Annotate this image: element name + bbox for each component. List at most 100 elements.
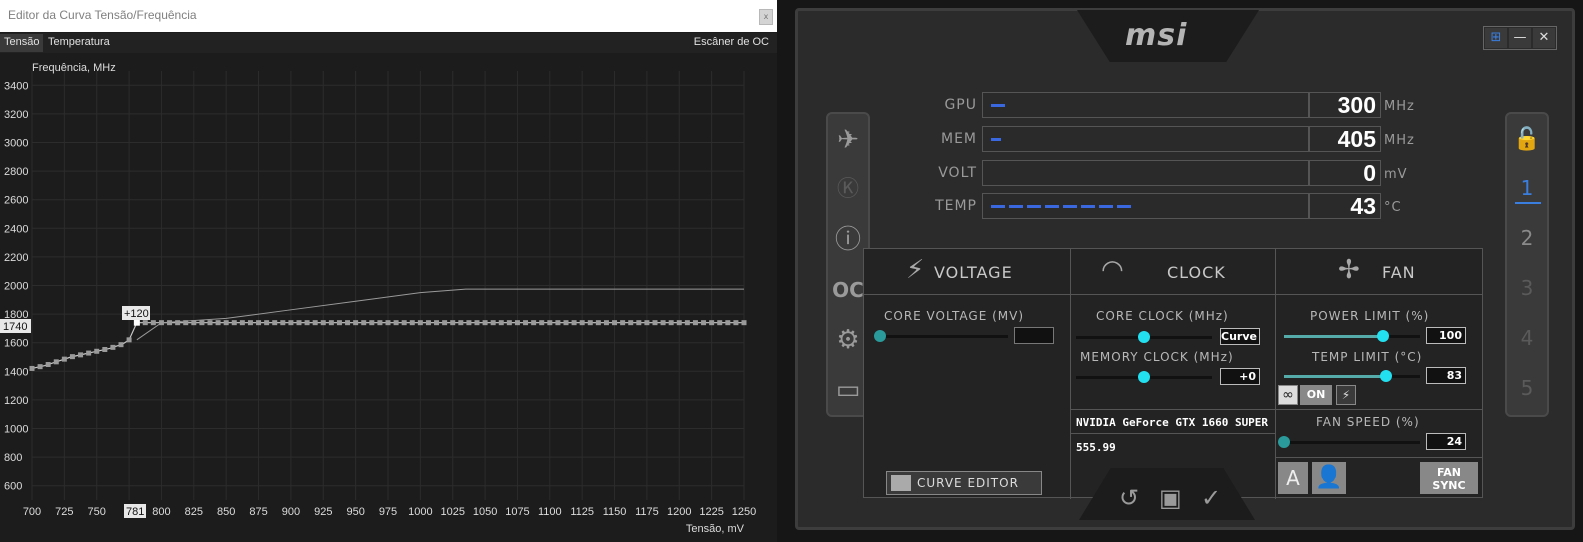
curve-point[interactable] bbox=[328, 320, 334, 326]
curve-point[interactable] bbox=[612, 320, 618, 326]
curve-point[interactable] bbox=[458, 320, 464, 326]
curve-point[interactable] bbox=[709, 320, 715, 326]
curve-point[interactable] bbox=[547, 320, 553, 326]
curve-point[interactable] bbox=[247, 320, 253, 326]
core-voltage-value[interactable] bbox=[1014, 327, 1054, 344]
curve-point[interactable] bbox=[385, 320, 391, 326]
curve-point[interactable] bbox=[223, 320, 229, 326]
save-icon[interactable]: ▣ bbox=[1159, 484, 1182, 512]
curve-point[interactable] bbox=[207, 320, 213, 326]
profile-5[interactable]: 5 bbox=[1507, 376, 1547, 400]
curve-point[interactable] bbox=[272, 320, 278, 326]
curve-point[interactable] bbox=[571, 320, 577, 326]
curve-point[interactable] bbox=[167, 320, 173, 326]
temp-limit-value[interactable]: 83 bbox=[1426, 367, 1466, 384]
curve-point[interactable] bbox=[523, 320, 529, 326]
link-icon[interactable]: ∞ bbox=[1278, 385, 1298, 405]
fan-speed-knob[interactable] bbox=[1278, 436, 1290, 448]
curve-point[interactable] bbox=[668, 320, 674, 326]
memory-clock-knob[interactable] bbox=[1138, 371, 1150, 383]
curve-point[interactable] bbox=[450, 320, 456, 326]
curve-point[interactable] bbox=[741, 320, 747, 326]
curve-point[interactable] bbox=[53, 359, 59, 365]
curve-point[interactable] bbox=[86, 350, 92, 356]
fan-sync-button[interactable]: FAN SYNC bbox=[1420, 462, 1478, 494]
curve-point[interactable] bbox=[280, 320, 286, 326]
curve-point[interactable] bbox=[644, 320, 650, 326]
profile-1[interactable]: 1 bbox=[1507, 176, 1547, 200]
curve-point[interactable] bbox=[256, 320, 262, 326]
power-limit-slider[interactable] bbox=[1284, 335, 1420, 338]
fan-speed-slider[interactable] bbox=[1284, 441, 1420, 444]
curve-point[interactable] bbox=[61, 356, 67, 362]
curve-point[interactable] bbox=[563, 320, 569, 326]
settings-icon[interactable]: ⚙ bbox=[828, 320, 868, 360]
curve-point[interactable] bbox=[393, 320, 399, 326]
curve-point[interactable] bbox=[603, 320, 609, 326]
tab-temperature[interactable]: Temperatura bbox=[44, 34, 114, 52]
power-limit-knob[interactable] bbox=[1377, 330, 1390, 342]
reset-icon[interactable]: ↺ bbox=[1119, 484, 1139, 512]
close-button[interactable]: x bbox=[759, 9, 773, 25]
curve-point[interactable] bbox=[579, 320, 585, 326]
curve-point[interactable] bbox=[150, 320, 156, 326]
curve-point[interactable] bbox=[37, 364, 43, 370]
core-voltage-slider[interactable] bbox=[880, 335, 1008, 338]
curve-point[interactable] bbox=[304, 320, 310, 326]
curve-point[interactable] bbox=[94, 348, 100, 354]
curve-point[interactable] bbox=[288, 320, 294, 326]
curve-point[interactable] bbox=[660, 320, 666, 326]
core-voltage-knob[interactable] bbox=[874, 330, 886, 342]
curve-point[interactable] bbox=[110, 344, 116, 350]
curve-point[interactable] bbox=[102, 346, 108, 352]
curve-point[interactable] bbox=[425, 320, 431, 326]
curve-point[interactable] bbox=[231, 320, 237, 326]
curve-editor-titlebar[interactable]: Editor da Curva Tensão/Frequência x bbox=[0, 0, 777, 32]
curve-point[interactable] bbox=[78, 352, 84, 358]
curve-point[interactable] bbox=[595, 320, 601, 326]
curve-point[interactable] bbox=[29, 365, 35, 371]
info-icon[interactable]: ⓘ bbox=[828, 220, 868, 260]
profile-3[interactable]: 3 bbox=[1507, 276, 1547, 300]
curve-point[interactable] bbox=[652, 320, 658, 326]
minimize-button[interactable]: — bbox=[1509, 28, 1531, 48]
curve-point[interactable] bbox=[539, 320, 545, 326]
curve-point[interactable] bbox=[692, 320, 698, 326]
curve-point[interactable] bbox=[676, 320, 682, 326]
vf-curve-chart[interactable]: Frequência, MHz Tensão, mV 600 800 1000 120… bbox=[0, 53, 777, 542]
curve-point[interactable] bbox=[531, 320, 537, 326]
curve-point[interactable] bbox=[336, 320, 342, 326]
curve-point[interactable] bbox=[118, 342, 124, 348]
curve-point[interactable] bbox=[498, 320, 504, 326]
curve-point[interactable] bbox=[514, 320, 520, 326]
curve-point[interactable] bbox=[587, 320, 593, 326]
core-clock-value[interactable]: Curve bbox=[1220, 328, 1260, 345]
curve-point[interactable] bbox=[474, 320, 480, 326]
apply-check-icon[interactable]: ✓ bbox=[1201, 484, 1221, 512]
curve-point[interactable] bbox=[725, 320, 731, 326]
curve-point[interactable] bbox=[466, 320, 472, 326]
power-limit-value[interactable]: 100 bbox=[1426, 327, 1466, 344]
temp-limit-knob[interactable] bbox=[1380, 370, 1392, 382]
curve-point[interactable] bbox=[490, 320, 496, 326]
curve-point[interactable] bbox=[215, 320, 221, 326]
profile-4[interactable]: 4 bbox=[1507, 326, 1547, 350]
curve-point[interactable] bbox=[320, 320, 326, 326]
monitor-icon[interactable]: ▭ bbox=[828, 370, 868, 410]
oc-scanner-button[interactable]: Escâner de OC bbox=[690, 34, 773, 52]
curve-point[interactable] bbox=[733, 320, 739, 326]
curve-point[interactable] bbox=[506, 320, 512, 326]
curve-point[interactable] bbox=[183, 320, 189, 326]
curve-point[interactable] bbox=[126, 337, 132, 343]
curve-point[interactable] bbox=[636, 320, 642, 326]
lock-icon[interactable]: 🔓 bbox=[1507, 120, 1547, 160]
curve-point[interactable] bbox=[264, 320, 270, 326]
curve-point[interactable] bbox=[409, 320, 415, 326]
curve-point[interactable] bbox=[717, 320, 723, 326]
tab-voltage[interactable]: Tensão bbox=[0, 34, 44, 52]
curve-point[interactable] bbox=[377, 320, 383, 326]
curve-point[interactable] bbox=[701, 320, 707, 326]
curve-point[interactable] bbox=[345, 320, 351, 326]
curve-point[interactable] bbox=[369, 320, 375, 326]
user-fan-icon[interactable]: 👤 bbox=[1312, 462, 1346, 494]
